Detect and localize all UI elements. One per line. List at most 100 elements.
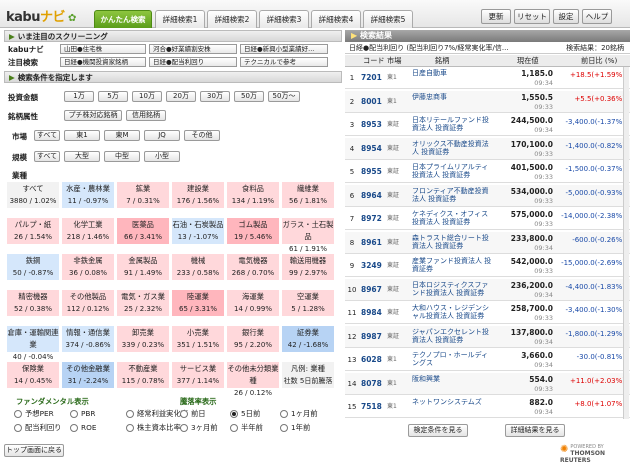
scale-large[interactable]: 大型 [64,151,100,162]
reset-button[interactable]: リセット [514,9,550,24]
industry-cell[interactable]: ガラス・土石製品 61 / 1.91% [281,217,335,253]
row-name[interactable]: ネットワンシステムズ [412,398,492,406]
period_opts-option[interactable]: 5日前 [230,408,260,419]
period_opts-option[interactable]: 3ヶ月前 [180,422,218,433]
industry-cell[interactable]: サービス業 377 / 1.14% [171,361,225,389]
tab-easy-search[interactable]: かんたん検索 [94,10,152,28]
radio-icon[interactable] [14,424,22,432]
market-jq[interactable]: JQ [144,130,180,141]
market-mothers[interactable]: 東M [104,130,140,141]
radio-icon[interactable] [230,410,238,418]
view-conditions-button[interactable]: 検定条件を見る [408,424,468,437]
industry-cell[interactable]: 化学工業 218 / 1.46% [61,217,115,245]
radio-icon[interactable] [180,424,188,432]
industry-cell[interactable]: 機械 233 / 0.58% [171,253,225,281]
period_opts-option[interactable]: 半年前 [230,422,263,433]
back-to-top-button[interactable]: トップ画面に戻る [4,444,64,457]
table-row[interactable]: 1 7201 東1 日産自動車 1,185.0 09:34 +18.5(+1.59%) [345,67,630,89]
trend-item-1[interactable]: 山田●住宅株 [60,44,146,54]
industry-cell[interactable]: 卸売業 339 / 0.23% [116,325,170,353]
period_opts-option[interactable]: 1ヶ月前 [280,408,318,419]
table-row[interactable]: 12 8987 東証 ジャパンエクセレント投資法人 投資証券 137,800.0 09:3… [345,325,630,348]
row-name[interactable]: 阪和興業 [412,375,492,383]
industry-cell[interactable]: 精密機器 52 / 0.38% [6,289,60,317]
amount-5man[interactable]: 5万 [98,91,128,102]
industry-cell[interactable]: 繊維業 56 / 1.81% [281,181,335,209]
table-row[interactable]: 2 8001 東1 伊藤忠商事 1,550.5 09:33 +5.5(+0.36%) [345,90,630,113]
amount-50man-plus[interactable]: 50万～ [268,91,300,102]
industry-cell[interactable]: その他金融業 31 / -2.24% [61,361,115,389]
radio-icon[interactable] [180,410,188,418]
trend-item-4[interactable]: 日経●機関投資家銘柄 [60,57,146,67]
row-name[interactable]: フロンティア不動産投資法人 投資証券 [412,187,492,203]
industry-cell[interactable]: 倉庫・運輸関連業 40 / -0.04% [6,325,60,361]
tab-detail-search-2[interactable]: 詳細検索2 [207,10,257,28]
industry-cell[interactable]: 凡例: 業種 社数 5日前騰落 [281,361,335,389]
industry-cell[interactable]: 不動産業 115 / 0.78% [116,361,170,389]
settings-button[interactable]: 設定 [553,9,579,24]
table-row[interactable]: 15 7518 東1 ネットワンシステムズ 882.0 09:34 +8.0(+1.07%) [345,396,630,418]
row-name[interactable]: ケネディクス・オフィス投資法人 投資証券 [412,210,492,226]
row-name[interactable]: ジャパンエクセレント投資法人 投資証券 [412,328,492,344]
industry-cell[interactable]: 空運業 5 / 1.28% [281,289,335,317]
trend-item-5[interactable]: 日経●配当利回り [149,57,237,67]
table-row[interactable]: 3 8953 東証 日本リテールファンド投資法人 投資証券 244,500.0 09:34… [345,114,630,136]
table-row[interactable]: 10 8967 東証 日本ロジスティクスファンド投資法人 投資証券 236,200.0 0… [345,278,630,301]
industry-cell[interactable]: 食料品 134 / 1.19% [226,181,280,209]
scale-mid[interactable]: 中型 [104,151,140,162]
industry-cell[interactable]: 陸運業 65 / 3.31% [171,289,225,317]
trend-item-2[interactable]: 河合●好業績割安株 [149,44,237,54]
market-other[interactable]: その他 [184,130,220,141]
industry-cell[interactable]: 石油・石炭製品 13 / -1.07% [171,217,225,245]
industry-cell[interactable]: 証券業 42 / -1.68% [281,325,335,353]
fund_opts-option[interactable]: ROE [70,422,96,433]
market-all[interactable]: すべて [34,130,60,141]
radio-icon[interactable] [126,424,134,432]
table-row[interactable]: 5 8955 東証 日本プライムリアルティ投資法人 投資証券 401,500.0 09:3… [345,161,630,183]
industry-cell[interactable]: 情報・通信業 374 / -0.86% [61,325,115,353]
industry-cell[interactable]: 電気・ガス業 25 / 2.32% [116,289,170,317]
amount-30man[interactable]: 30万 [200,91,230,102]
industry-cell[interactable]: 小売業 351 / 1.51% [171,325,225,353]
industry-cell[interactable]: 保険業 14 / 0.45% [6,361,60,389]
attr-margin-stock[interactable]: 信用銘柄 [126,110,166,121]
radio-icon[interactable] [230,424,238,432]
row-name[interactable]: 森トラスト総合リート投資法人 投資証券 [412,234,492,250]
industry-cell[interactable]: すべて 3880 / 1.02% [6,181,60,209]
industry-cell[interactable]: 金属製品 91 / 1.49% [116,253,170,281]
fund_opts-option[interactable]: 予想PER [14,408,54,419]
industry-cell[interactable]: 銀行業 95 / 2.20% [226,325,280,353]
table-row[interactable]: 6 8964 東証 フロンティア不動産投資法人 投資証券 534,000.0 09:33 -… [345,184,630,207]
row-name[interactable]: 大和ハウス・レジデンシャル投資法人 投資証券 [412,304,492,320]
industry-cell[interactable]: 医薬品 66 / 3.41% [116,217,170,245]
table-row[interactable]: 14 8078 東1 阪和興業 554.0 09:33 +11.0(+2.03%) [345,372,630,395]
row-name[interactable]: 伊藤忠商事 [412,93,492,101]
amount-20man[interactable]: 20万 [166,91,196,102]
radio-icon[interactable] [126,410,134,418]
industry-cell[interactable]: 海運業 14 / 0.99% [226,289,280,317]
period_opts-option[interactable]: 1年前 [280,422,310,433]
table-row[interactable]: 8 8961 東証 森トラスト総合リート投資法人 投資証券 233,800.0 09:34… [345,231,630,254]
radio-icon[interactable] [14,410,22,418]
results-scrollbar[interactable] [623,67,629,419]
table-row[interactable]: 7 8972 東証 ケネディクス・オフィス投資法人 投資証券 575,000.0 09:3… [345,208,630,230]
market-tosho1[interactable]: 東1 [64,130,100,141]
row-name[interactable]: オリックス不動産投資法人 投資証券 [412,140,492,156]
table-row[interactable]: 11 8984 東証 大和ハウス・レジデンシャル投資法人 投資証券 258,700.0 0… [345,302,630,324]
radio-icon[interactable] [280,410,288,418]
table-row[interactable]: 4 8954 東証 オリックス不動産投資法人 投資証券 170,100.0 09:33 -1… [345,137,630,160]
industry-cell[interactable]: ゴム製品 19 / 5.46% [226,217,280,245]
fund_opts-option[interactable]: 株主資本比率 [126,422,181,433]
scale-small[interactable]: 小型 [144,151,180,162]
tab-detail-search-3[interactable]: 詳細検索3 [259,10,309,28]
help-button[interactable]: ヘルプ [582,9,612,24]
tab-detail-search-1[interactable]: 詳細検索1 [155,10,205,28]
view-details-button[interactable]: 詳細結果を見る [505,424,565,437]
amount-1man[interactable]: 1万 [64,91,94,102]
radio-icon[interactable] [70,410,78,418]
table-row[interactable]: 9 3249 東証 産業ファンド投資法人 投資証券 542,000.0 09:33 -15,… [345,255,630,277]
fund_opts-option[interactable]: 配当利回り [14,422,61,433]
row-name[interactable]: 日本リテールファンド投資法人 投資証券 [412,116,492,132]
tab-detail-search-4[interactable]: 詳細検索4 [311,10,361,28]
industry-cell[interactable]: 鉄鋼 50 / -0.87% [6,253,60,281]
